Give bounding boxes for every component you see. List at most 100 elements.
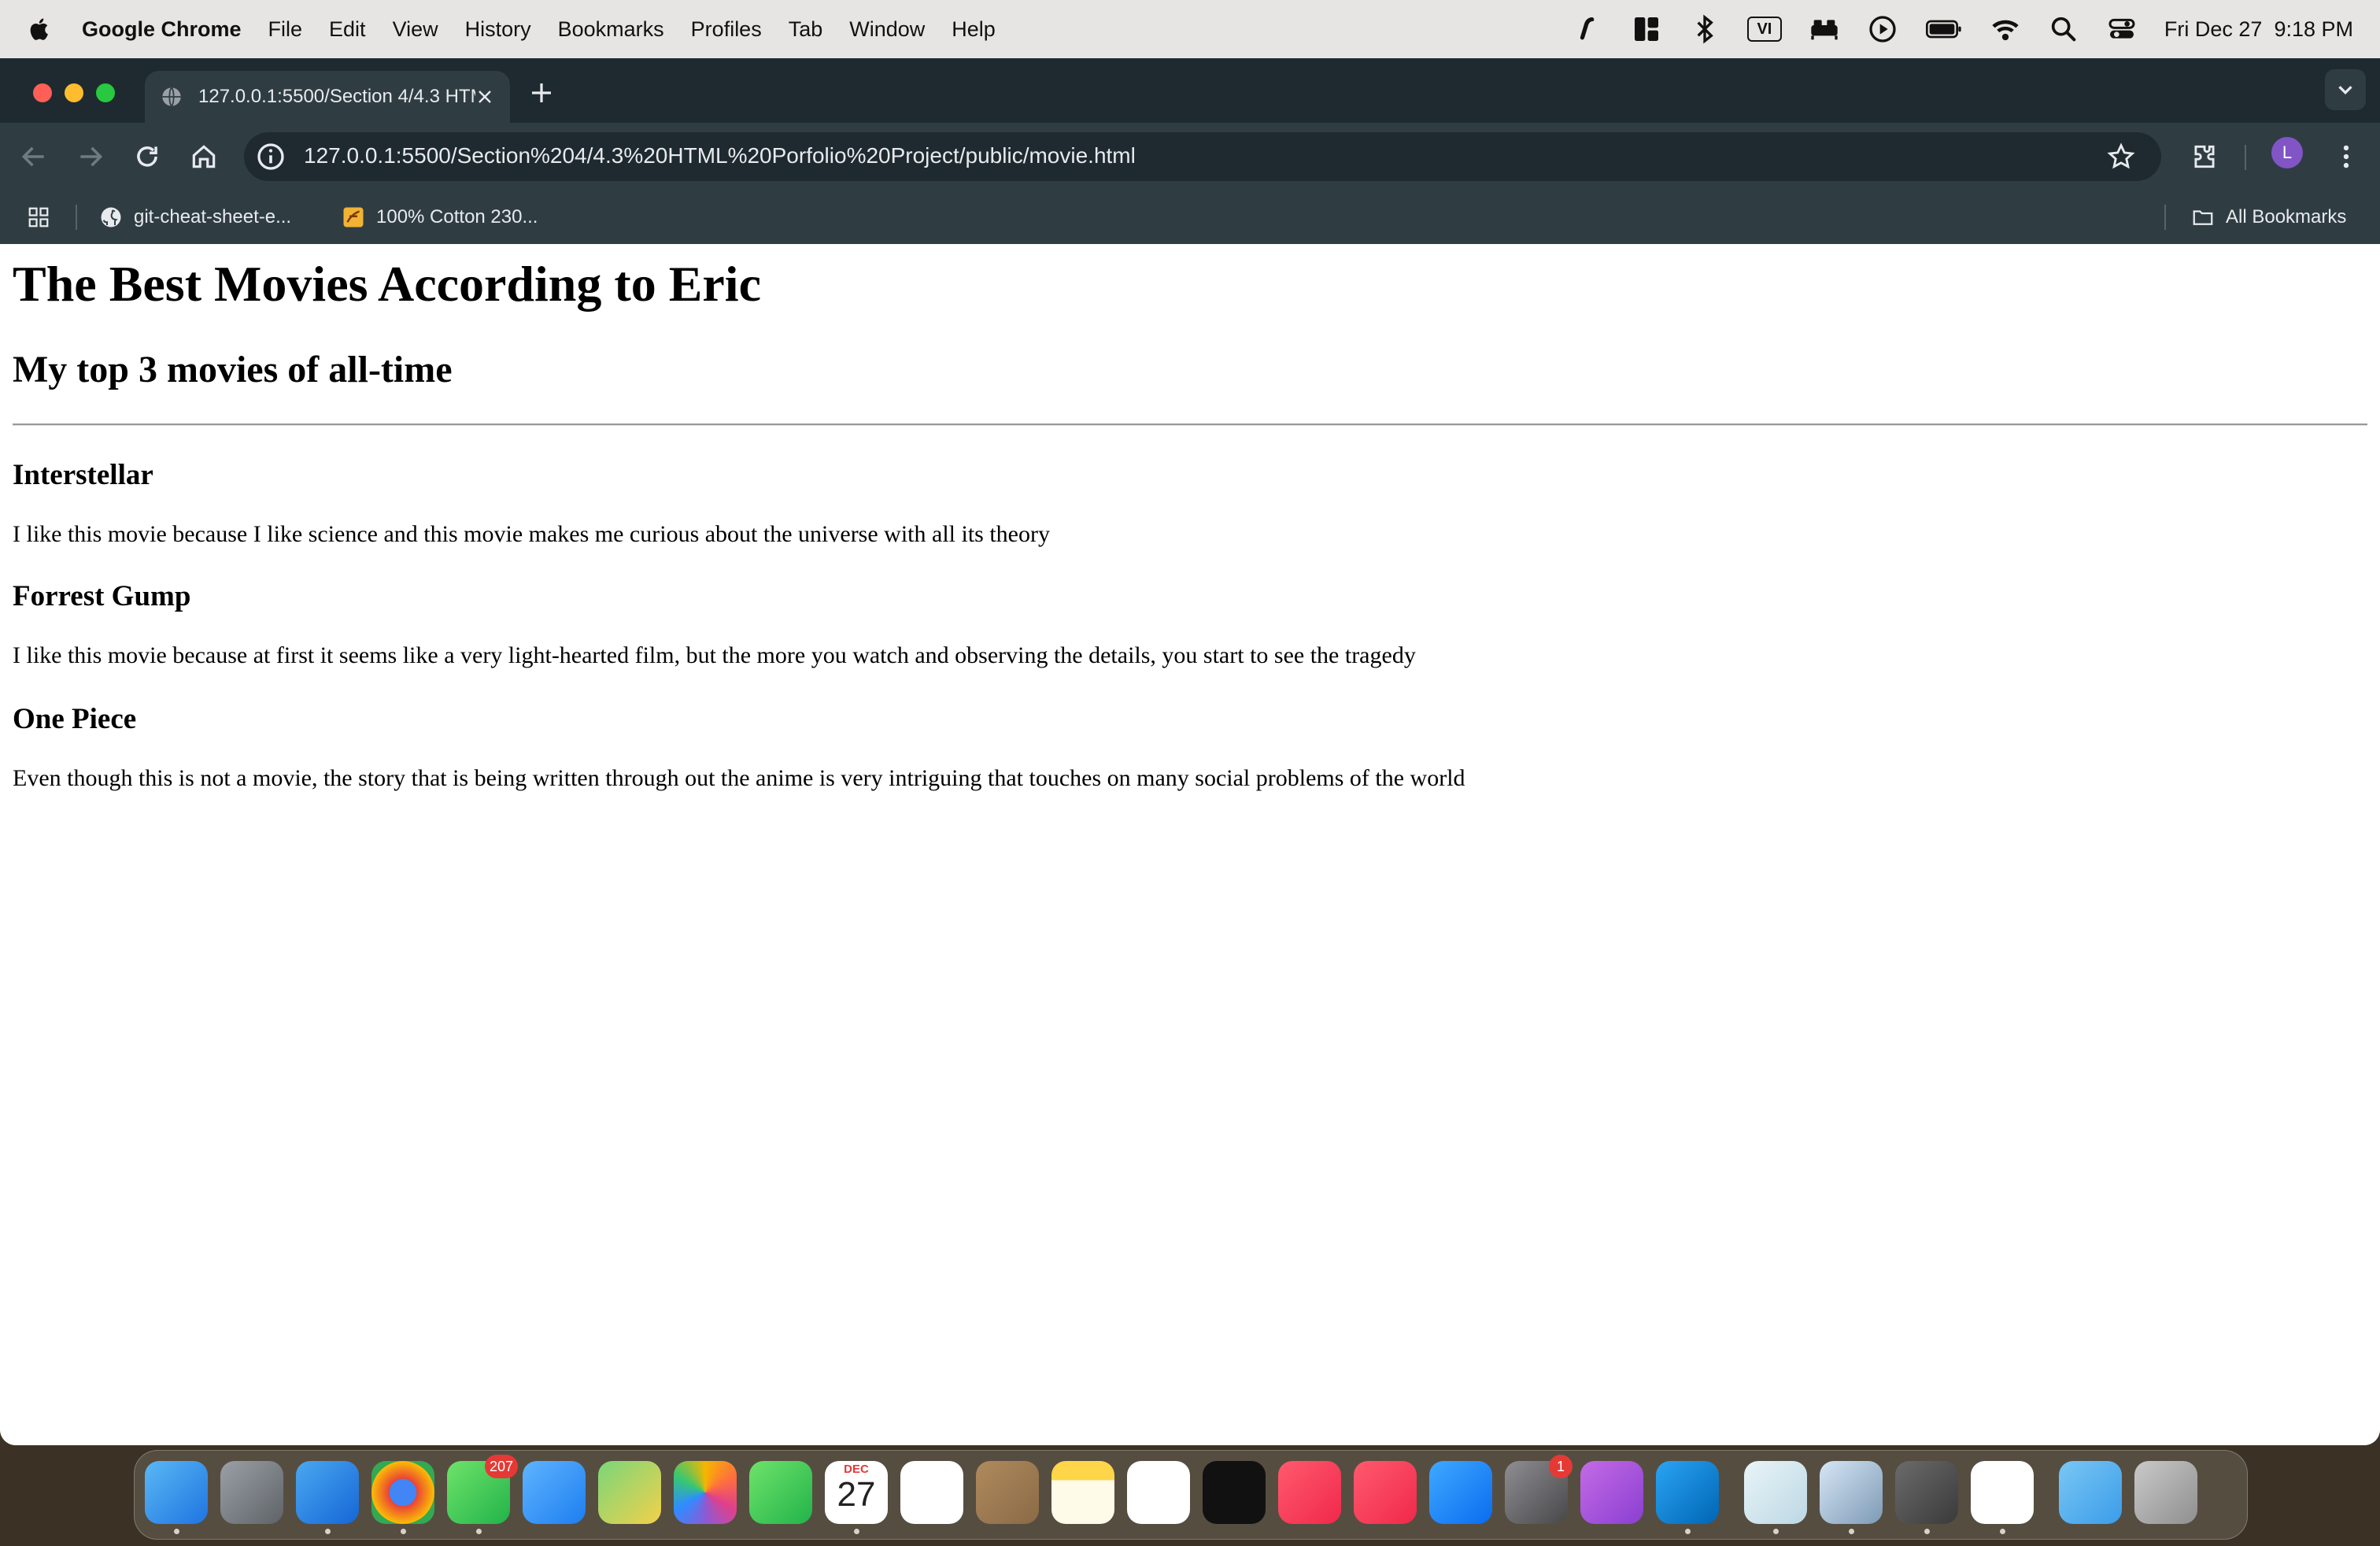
dock-preview-icon[interactable] (1820, 1461, 1883, 1524)
dock-setapp-icon[interactable] (1744, 1461, 1807, 1524)
dock-trash-icon[interactable] (2134, 1461, 2197, 1524)
movie-description: I like this movie because I like science… (13, 521, 1050, 547)
dock-notes-icon[interactable] (1051, 1461, 1114, 1524)
running-indicator (1773, 1529, 1779, 1534)
extensions-puzzle-icon[interactable] (2190, 142, 2219, 172)
menu-edit[interactable]: Edit (329, 17, 366, 42)
sleep-icon[interactable] (1809, 13, 1840, 45)
running-indicator (1849, 1529, 1854, 1534)
shop-favicon-icon (343, 207, 364, 227)
control-center-icon[interactable] (2106, 13, 2138, 45)
menu-bookmarks[interactable]: Bookmarks (558, 17, 664, 42)
dock-reminders-icon[interactable] (900, 1461, 963, 1524)
bookmarks-divider (76, 205, 77, 230)
url-text[interactable]: 127.0.0.1:5500/Section%204/4.3%20HTML%20… (304, 143, 1136, 168)
running-indicator (854, 1529, 859, 1534)
profile-avatar[interactable]: L (2271, 137, 2303, 168)
dock-photos-icon[interactable] (674, 1461, 737, 1524)
settings-badge: 1 (1549, 1455, 1572, 1478)
horizontal-rule (13, 423, 2367, 426)
running-indicator (174, 1529, 179, 1534)
chevron-down-icon (2338, 86, 2352, 95)
web-page-content: The Best Movies According to Eric My top… (0, 244, 2380, 1445)
home-icon[interactable] (189, 142, 219, 172)
zoom-window-button[interactable] (96, 83, 115, 102)
menu-profiles[interactable]: Profiles (691, 17, 762, 42)
close-window-button[interactable] (33, 83, 52, 102)
spotlight-search-icon[interactable] (2048, 13, 2079, 45)
movie-title: One Piece (13, 703, 137, 735)
menu-history[interactable]: History (465, 17, 531, 42)
reload-icon[interactable] (132, 142, 162, 172)
tab-search-button[interactable] (2325, 69, 2366, 110)
dock-facetime-icon[interactable] (749, 1461, 812, 1524)
page-subtitle: My top 3 movies of all-time (13, 349, 453, 390)
battery-icon[interactable] (1925, 13, 1963, 45)
menu-help[interactable]: Help (952, 17, 996, 42)
dock-downloads-icon[interactable] (2059, 1461, 2122, 1524)
toolbar-divider (2245, 145, 2246, 170)
dock-clock-icon[interactable] (1971, 1461, 2034, 1524)
bookmarks-divider (2164, 205, 2166, 230)
back-arrow-icon[interactable] (19, 142, 49, 172)
apple-logo-icon[interactable] (27, 16, 54, 43)
dock-google-chrome-icon[interactable] (371, 1461, 434, 1524)
dock-music-icon[interactable] (1278, 1461, 1341, 1524)
dock-launchpad-icon[interactable] (220, 1461, 283, 1524)
dock-mail-icon[interactable] (523, 1461, 586, 1524)
movie-description: Even though this is not a movie, the sto… (13, 765, 1465, 791)
messages-badge: 207 (485, 1455, 519, 1478)
dock-freeform-icon[interactable] (1127, 1461, 1190, 1524)
vi-input-icon[interactable]: VI (1746, 17, 1782, 42)
minimize-window-button[interactable] (65, 83, 83, 102)
globe-icon (162, 87, 181, 107)
menubar-clock[interactable]: Fri Dec 27 9:18 PM (2164, 17, 2353, 42)
menu-app-name[interactable]: Google Chrome (82, 17, 242, 42)
apps-grid-button[interactable] (27, 190, 61, 244)
site-info-icon[interactable] (255, 141, 286, 172)
menu-tab[interactable]: Tab (789, 17, 823, 42)
running-indicator (1924, 1529, 1930, 1534)
dock-apple-tv-icon[interactable] (1203, 1461, 1266, 1524)
menu-file[interactable]: File (268, 17, 303, 42)
play-icon[interactable] (1867, 13, 1898, 45)
address-bar[interactable]: 127.0.0.1:5500/Section%204/4.3%20HTML%20… (244, 132, 2161, 181)
apps-grid-icon (28, 207, 49, 227)
movie-title: Forrest Gump (13, 580, 191, 612)
bookmark-git-cheat-sheet[interactable]: git-cheat-sheet-e... (99, 190, 291, 244)
dock-finder-icon[interactable] (145, 1461, 208, 1524)
calendar-day: 27 (837, 1475, 876, 1514)
setapp-icon[interactable] (1572, 13, 1604, 45)
menu-window[interactable]: Window (849, 17, 925, 42)
dock-app-store-icon[interactable] (1429, 1461, 1492, 1524)
bookmark-star-icon[interactable] (2106, 142, 2136, 172)
movie-title: Interstellar (13, 459, 153, 491)
bookmarks-bar: git-cheat-sheet-e... 100% Cotton 230... … (0, 190, 2380, 244)
dock-feedback-assistant-icon[interactable] (1580, 1461, 1643, 1524)
folder-icon (2193, 210, 2213, 225)
more-menu-icon[interactable] (2331, 142, 2361, 172)
new-tab-icon[interactable] (529, 80, 554, 105)
forward-arrow-icon[interactable] (76, 142, 105, 172)
dock-contacts-icon[interactable] (976, 1461, 1039, 1524)
dock-news-icon[interactable] (1354, 1461, 1417, 1524)
menu-view[interactable]: View (393, 17, 438, 42)
all-bookmarks-button[interactable]: All Bookmarks (2191, 190, 2346, 244)
tab-title: 127.0.0.1:5500/Section 4/4.3 HTML Porfol… (198, 86, 475, 107)
wifi-icon[interactable] (1990, 13, 2021, 45)
close-tab-icon[interactable] (475, 87, 494, 106)
page-title: The Best Movies According to Eric (13, 256, 761, 312)
github-icon (101, 207, 121, 227)
layout-icon[interactable] (1631, 13, 1662, 45)
dock-calculator-icon[interactable] (1895, 1461, 1958, 1524)
dock-maps-icon[interactable] (598, 1461, 661, 1524)
bluetooth-icon[interactable] (1689, 13, 1720, 45)
bookmark-label: 100% Cotton 230... (376, 206, 538, 227)
dock-safari-icon[interactable] (296, 1461, 359, 1524)
running-indicator (325, 1529, 331, 1534)
running-indicator (2000, 1529, 2005, 1534)
bookmark-cotton[interactable]: 100% Cotton 230... (342, 190, 538, 244)
macos-menu-bar: Google Chrome File Edit View History Boo… (0, 0, 2380, 58)
dock-visual-studio-code-icon[interactable] (1656, 1461, 1719, 1524)
active-tab[interactable]: 127.0.0.1:5500/Section 4/4.3 HTML Porfol… (145, 71, 510, 123)
